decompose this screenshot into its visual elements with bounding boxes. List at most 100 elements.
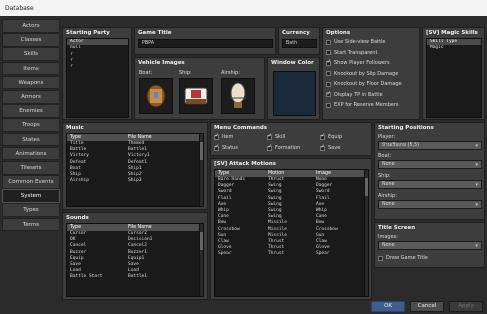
menu-command-checkbox[interactable]: Skill xyxy=(267,133,285,140)
sidebar-item-states[interactable]: States xyxy=(2,132,60,147)
party-list-item[interactable]: ? xyxy=(67,64,128,70)
option-label: Start Transparent xyxy=(334,49,378,56)
currency-input[interactable]: Bath xyxy=(282,39,317,48)
boat-icon xyxy=(146,84,166,108)
checkbox-box[interactable] xyxy=(320,144,325,151)
checkbox-box[interactable] xyxy=(326,91,331,97)
option-checkbox[interactable]: Show Player Followers xyxy=(326,59,390,66)
menu-command-checkbox[interactable]: Formation xyxy=(267,144,300,151)
option-label: EXP for Reserve Members xyxy=(334,102,399,108)
vertical-scrollbar[interactable] xyxy=(199,134,203,206)
starting-party-list[interactable]: Actor null??? xyxy=(66,38,129,118)
menu-command-label: Save xyxy=(328,145,341,151)
option-checkbox[interactable]: Knockout by Floor Damage xyxy=(326,81,402,87)
starting-positions-title: Starting Positions xyxy=(378,125,434,131)
draw-game-title-label: Draw Game Title xyxy=(386,255,428,261)
menu-command-checkbox[interactable]: Equip xyxy=(320,133,343,140)
checkbox-box[interactable] xyxy=(326,50,331,55)
option-checkbox[interactable]: Use Side-view Battle xyxy=(326,39,385,45)
ship-image[interactable] xyxy=(179,78,213,114)
vertical-scrollbar[interactable] xyxy=(199,224,203,296)
vertical-scrollbar[interactable] xyxy=(364,170,368,296)
apply-button[interactable]: Apply xyxy=(449,301,483,312)
airship-position-select[interactable]: None xyxy=(378,200,482,209)
sidebar-item-classes[interactable]: Classes xyxy=(2,33,60,47)
sidebar-item-troops[interactable]: Troops xyxy=(2,118,60,132)
sidebar-item-common-events[interactable]: Common Events xyxy=(2,175,60,189)
menu-commands-panel: Menu Commands Item Skill Equip Status Format… xyxy=(210,122,372,156)
ok-button[interactable]: OK xyxy=(371,301,405,312)
checkbox-box[interactable] xyxy=(326,81,331,87)
menu-command-checkbox[interactable]: Item xyxy=(214,133,233,140)
window-color-panel: Window Color xyxy=(267,57,320,120)
checkbox-box[interactable] xyxy=(326,59,331,66)
sidebar-item-enemies[interactable]: Enemies xyxy=(2,104,60,118)
option-checkbox[interactable]: Start Transparent xyxy=(326,50,377,56)
menu-command-checkbox[interactable]: Save xyxy=(320,144,341,151)
menu-command-checkbox[interactable]: Status xyxy=(214,144,238,151)
magic-list-item[interactable]: Magic xyxy=(427,45,481,51)
sidebar-item-items[interactable]: Items xyxy=(2,61,60,76)
sidebar-item-types[interactable]: Types xyxy=(2,203,60,218)
checkbox-box[interactable] xyxy=(267,133,272,140)
option-checkbox[interactable]: Display TP in Battle xyxy=(326,91,383,98)
attack-motions-table[interactable]: Type Motion Image Bare Hands Thrust None Dagge… xyxy=(214,169,369,297)
sidebar-item-system[interactable]: System xyxy=(2,189,60,203)
column-header: Type xyxy=(70,135,82,140)
airship-label: Airship: xyxy=(221,70,240,76)
scrollbar-thumb[interactable] xyxy=(365,178,368,196)
checkbox-box[interactable] xyxy=(267,144,272,151)
option-checkbox[interactable]: Knockout by Slip Damage xyxy=(326,71,398,77)
draw-game-title-check[interactable] xyxy=(378,255,383,261)
ship-position-select[interactable]: None xyxy=(378,180,482,189)
checkbox-box[interactable] xyxy=(326,39,331,45)
sidebar-item-terms[interactable]: Terms xyxy=(2,217,60,232)
table-cell: Ship3 xyxy=(128,178,142,184)
checkbox-box[interactable] xyxy=(214,133,219,140)
attack-motion-row[interactable]: Spear Thrust Spear xyxy=(215,251,368,257)
scrollbar-thumb[interactable] xyxy=(200,142,203,160)
music-row[interactable]: Airship Ship3 xyxy=(67,178,203,184)
sidebar-item-tilesets[interactable]: Tilesets xyxy=(2,160,60,175)
attack-motions-title: [SV] Attack Motions xyxy=(214,161,276,167)
music-table[interactable]: Type File Name Title Theme4 Battle Battle1 Vic… xyxy=(66,133,204,207)
sidebar-item-animations[interactable]: Animations xyxy=(2,146,60,161)
checkbox-box[interactable] xyxy=(326,71,331,76)
cancel-button[interactable]: Cancel xyxy=(410,301,444,312)
table-header: Type Motion Image xyxy=(215,170,368,177)
magic-skills-list[interactable]: Skill Type Magic xyxy=(426,38,482,118)
music-panel: Music Type File Name Title Theme4 Battle Batt… xyxy=(62,122,208,210)
boat-label: Boat: xyxy=(139,70,153,76)
sidebar-item-actors[interactable]: Actors xyxy=(2,19,60,33)
checkbox-box[interactable] xyxy=(320,133,325,140)
sidebar-item-weapons[interactable]: Weapons xyxy=(2,75,60,90)
window-color-preview[interactable] xyxy=(273,71,316,116)
title-screen-panel: Title Screen Images: None Draw Game Titl… xyxy=(374,222,485,268)
table-cell: Thrust xyxy=(268,251,285,257)
game-title-input[interactable]: PBPA xyxy=(138,39,273,48)
sidebar-item-skills[interactable]: Skills xyxy=(2,47,60,62)
title-images-select[interactable]: None xyxy=(378,241,482,250)
vehicle-images-title: Vehicle Images xyxy=(138,60,185,66)
draw-game-title-checkbox[interactable]: Draw Game Title xyxy=(378,255,428,261)
player-position-select[interactable]: บ้านเริ่มเกม (5,5) xyxy=(378,141,482,150)
sidebar-item-armors[interactable]: Armors xyxy=(2,89,60,104)
window-title: Database xyxy=(5,5,34,12)
checkbox-box[interactable] xyxy=(214,144,219,151)
menu-command-label: Equip xyxy=(328,134,343,140)
window-color-title: Window Color xyxy=(271,60,314,66)
boat-position-select[interactable]: None xyxy=(378,160,482,169)
sound-row[interactable]: Battle Start Battle1 xyxy=(67,274,203,280)
checkbox-box[interactable] xyxy=(326,102,331,108)
table-header: Type File Name xyxy=(67,224,203,231)
sounds-table[interactable]: Type File Name Cursor Cursor2 OK Decision1 Can… xyxy=(66,223,204,297)
scrollbar-thumb[interactable] xyxy=(200,232,203,250)
option-label: Display TP in Battle xyxy=(334,91,383,98)
boat-image[interactable] xyxy=(139,78,173,114)
airship-image[interactable] xyxy=(221,78,255,114)
vehicle-images-panel: Vehicle Images Boat: Ship: Airship: xyxy=(134,57,265,120)
menu-command-label: Status xyxy=(222,145,238,151)
option-checkbox[interactable]: EXP for Reserve Members xyxy=(326,102,399,108)
table-cell: Spear xyxy=(218,251,232,257)
sounds-title: Sounds xyxy=(66,215,89,221)
